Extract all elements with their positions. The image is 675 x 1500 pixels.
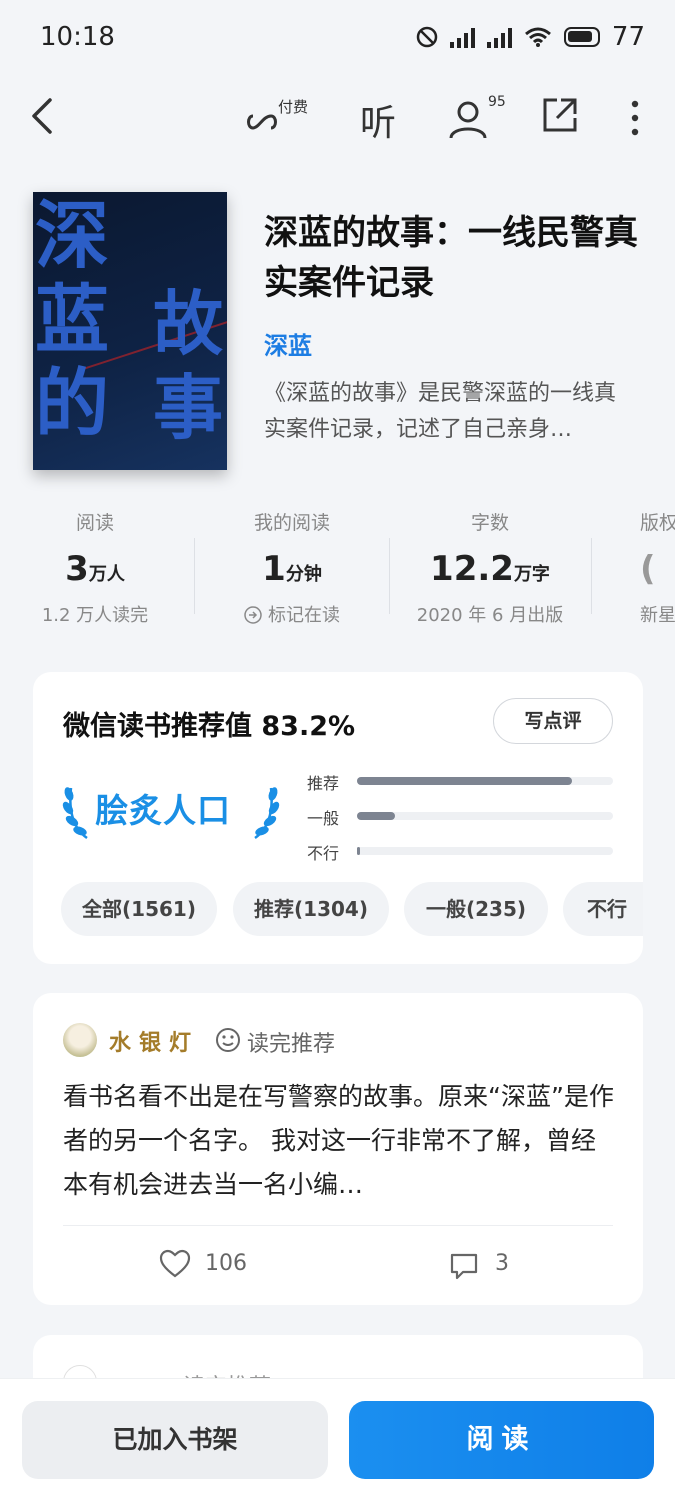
dnd-icon	[416, 26, 438, 48]
filter-chip-average[interactable]: 一般(235)	[404, 882, 548, 936]
arrow-circle-icon	[244, 606, 262, 624]
divider	[63, 1225, 613, 1226]
added-to-shelf-button[interactable]: 已加入书架	[22, 1401, 328, 1479]
divider	[389, 538, 390, 614]
stat-value: 12.2万字	[430, 549, 550, 589]
filter-chip-recommend[interactable]: 推荐(1304)	[233, 882, 389, 936]
stat-value: 3万人	[65, 549, 125, 589]
stat-sub: 1.2 万人读完	[41, 605, 149, 626]
user-icon	[449, 101, 487, 139]
readers-button[interactable]: 95	[448, 92, 518, 142]
bar-track	[357, 812, 613, 820]
stat-sub: 标记在读	[212, 601, 372, 627]
rating-badge: 脍炙人口	[61, 778, 281, 844]
stat-label: 阅读	[75, 512, 114, 534]
review-tag: 读完推荐	[247, 1032, 336, 1057]
bar-track	[357, 777, 613, 785]
stat-value: (	[640, 549, 656, 589]
bar-fill	[357, 812, 396, 820]
pay-button[interactable]: 付费	[245, 92, 325, 142]
recommend-score: 微信读书推荐值 83.2%	[63, 711, 356, 742]
battery-level: 77	[611, 22, 645, 52]
bar-track	[357, 847, 613, 855]
avatar[interactable]	[63, 1023, 97, 1057]
filter-chip-poor[interactable]: 不行	[563, 882, 643, 936]
stat-sub: 新星	[640, 605, 675, 626]
review-text: 看书名看不出是在写警察的故事。原来“深蓝”是作者的另一个名字。 我对这一行非常不…	[63, 1082, 614, 1199]
stat-value: 1分钟	[262, 549, 322, 589]
listen-button[interactable]: 听	[360, 94, 396, 146]
back-icon[interactable]	[24, 94, 64, 138]
signal-2-icon	[486, 26, 512, 48]
stat-word-count: 字数 12.2万字 2020 年 6 月出版	[400, 508, 580, 627]
stat-my-reading[interactable]: 我的阅读 1分钟 标记在读	[212, 508, 372, 627]
rating-card: 微信读书推荐值 83.2% 写点评 脍炙人口 推荐 一般 不行 全部(1561)…	[33, 672, 643, 964]
laurel-left-icon	[62, 787, 88, 840]
stat-label: 我的阅读	[253, 512, 330, 534]
heart-icon[interactable]	[159, 1249, 191, 1279]
bar-recommend: 推荐	[307, 768, 617, 803]
review-filter-chips: 全部(1561) 推荐(1304) 一般(235) 不行	[61, 882, 643, 938]
stat-label: 字数	[470, 512, 509, 534]
review-username[interactable]: 水银灯	[109, 1025, 199, 1057]
signal-icon	[449, 26, 475, 48]
bar-label: 推荐	[307, 774, 340, 793]
comment-icon[interactable]	[449, 1251, 479, 1281]
write-review-button[interactable]: 写点评	[493, 698, 613, 744]
stats-row: 阅读 3万人 1.2 万人读完 我的阅读 1分钟 标记在读 字数 12.2万字 …	[0, 508, 675, 638]
divider	[591, 538, 592, 614]
bar-label: 不行	[307, 844, 340, 863]
bar-average: 一般	[307, 803, 617, 838]
status-icons: 77	[416, 22, 645, 52]
review-card[interactable]: 水银灯 读完推荐 看书名看不出是在写警察的故事。原来“深蓝”是作者的另一个名字。…	[33, 993, 643, 1305]
stat-label: 版权	[640, 512, 675, 534]
pay-label: 付费	[278, 98, 309, 116]
bar-fill	[357, 777, 573, 785]
cover-title-right: 故 事	[153, 282, 223, 449]
laurel-right-icon	[254, 787, 280, 840]
readers-count: 95	[488, 94, 506, 110]
bar-fill	[357, 847, 360, 855]
wifi-icon	[524, 27, 551, 47]
filter-chip-all[interactable]: 全部(1561)	[61, 882, 217, 936]
badge-text: 脍炙人口	[95, 791, 231, 830]
rating-bars: 推荐 一般 不行	[307, 768, 617, 873]
stat-publisher[interactable]: 版权 ( 新星	[640, 508, 675, 627]
battery-icon	[563, 27, 600, 47]
stat-readers: 阅读 3万人 1.2 万人读完	[20, 508, 170, 627]
like-count: 106	[205, 1251, 247, 1276]
status-bar: 10:18 77	[0, 0, 675, 80]
comment-count: 3	[495, 1251, 509, 1276]
book-author[interactable]: 深蓝	[264, 326, 312, 361]
status-time: 10:18	[40, 22, 115, 52]
stat-sub: 2020 年 6 月出版	[416, 605, 564, 626]
bar-poor: 不行	[307, 838, 617, 873]
divider	[194, 538, 195, 614]
book-description[interactable]: 《深蓝的故事》是民警深蓝的一线真实案件记录，记述了自己亲身…	[264, 376, 634, 448]
smile-icon	[216, 1028, 240, 1052]
book-cover[interactable]: 深 蓝 的 故 事	[33, 192, 227, 470]
read-button[interactable]: 阅读	[349, 1401, 654, 1479]
cover-title-left: 深 蓝 的	[35, 193, 109, 447]
share-icon[interactable]	[541, 96, 579, 134]
more-icon[interactable]	[624, 98, 646, 138]
bar-label: 一般	[307, 809, 340, 828]
bottom-action-bar: 已加入书架 阅读	[0, 1378, 675, 1500]
book-title: 深蓝的故事：一线民警真实案件记录	[264, 213, 638, 303]
top-nav: 付费 听 95	[0, 80, 675, 160]
